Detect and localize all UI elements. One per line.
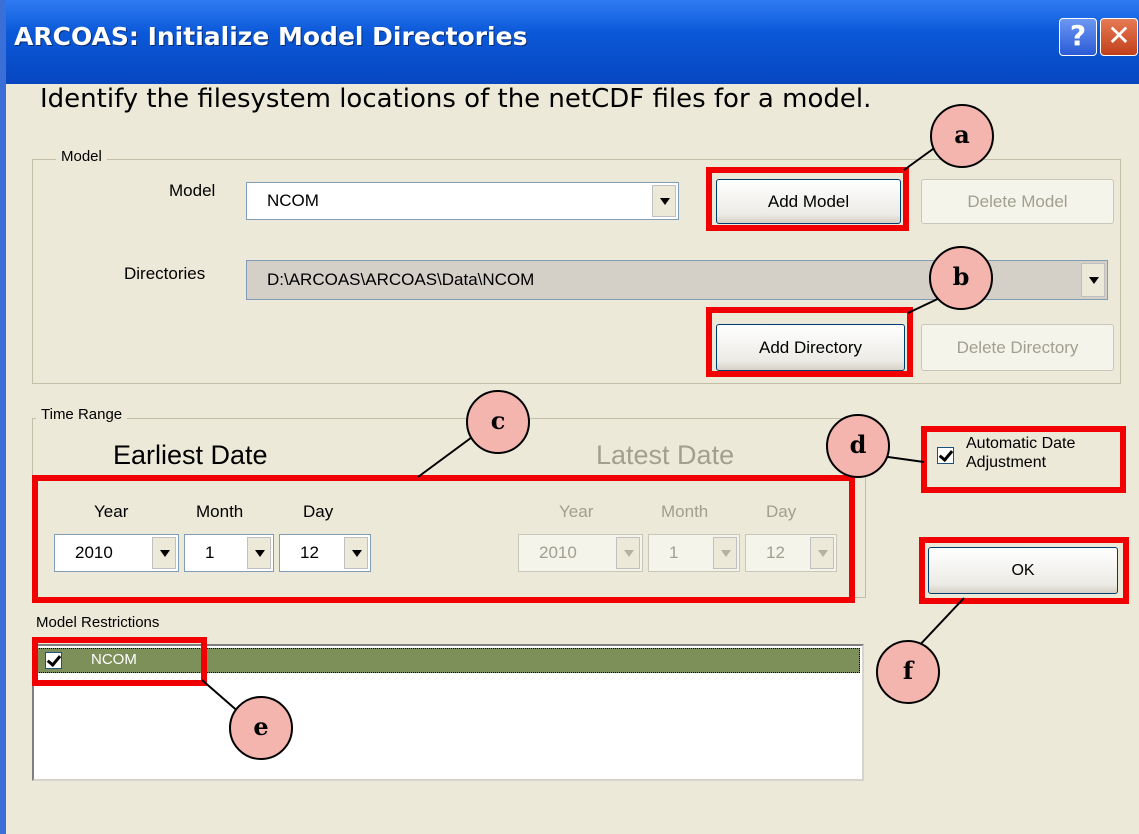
help-button[interactable]: ? (1059, 18, 1097, 56)
dialog-client: Identify the filesystem locations of the… (6, 84, 1139, 834)
callout-c: c (466, 390, 530, 454)
callout-e: e (229, 696, 293, 760)
callout-f: f (876, 640, 940, 704)
callout-b: b (929, 246, 993, 310)
callout-a: a (930, 104, 994, 168)
close-button[interactable]: ✕ (1100, 18, 1138, 56)
title-bar: ARCOAS: Initialize Model Directories ? ✕ (6, 0, 1139, 84)
dialog-window: ARCOAS: Initialize Model Directories ? ✕… (0, 0, 1139, 834)
callout-pointers (201, 140, 965, 735)
window-title: ARCOAS: Initialize Model Directories (14, 22, 528, 51)
callout-d: d (826, 414, 890, 478)
